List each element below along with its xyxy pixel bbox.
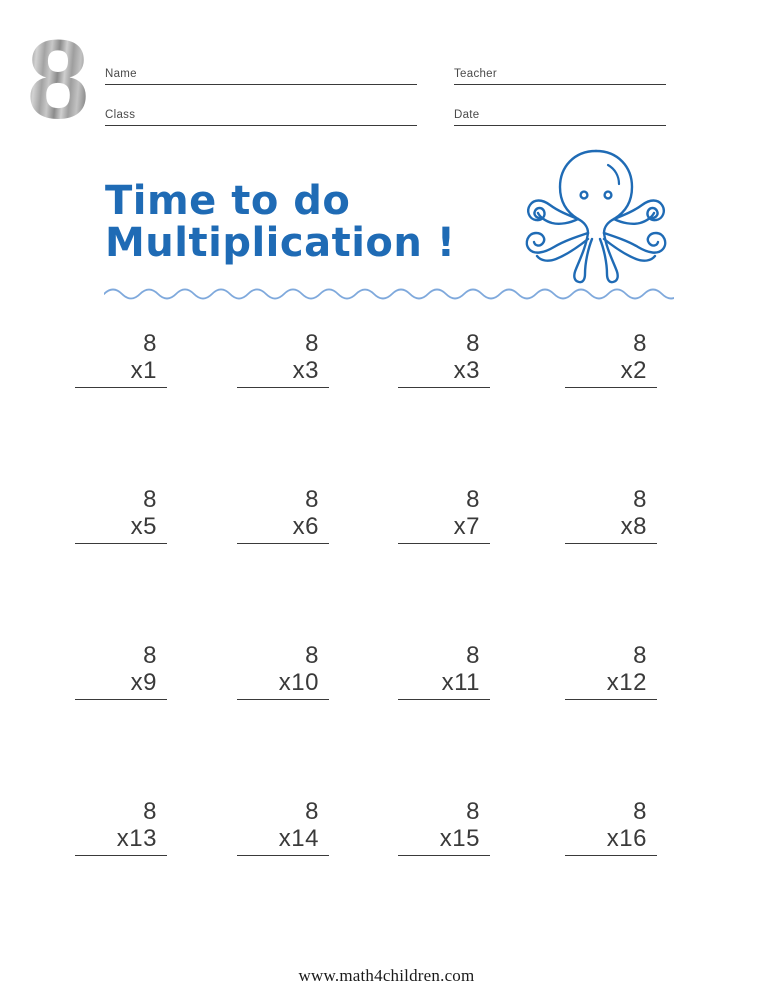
- name-field-group: Name: [105, 68, 417, 85]
- problem-operand: 8: [143, 642, 157, 669]
- problem-multiplier: x8: [620, 513, 647, 540]
- problem-multiplier: x15: [439, 825, 480, 852]
- table-number-logo: 8: [18, 24, 96, 136]
- problem-cell: 8 x3: [217, 330, 337, 388]
- problem-operand: 8: [633, 642, 647, 669]
- teacher-field-label: Teacher: [454, 68, 498, 80]
- class-field-group: Class: [105, 109, 417, 126]
- answer-line[interactable]: [398, 543, 490, 544]
- problem-cell: 8 x15: [378, 798, 498, 856]
- answer-line[interactable]: [237, 699, 329, 700]
- problem-multiplier: x10: [278, 669, 319, 696]
- problem-cell: 8 x7: [378, 486, 498, 544]
- answer-line[interactable]: [398, 387, 490, 388]
- problem-cell: 8 x5: [55, 486, 175, 544]
- answer-line[interactable]: [565, 855, 657, 856]
- problem-multiplier: x2: [620, 357, 647, 384]
- problem-cell: 8 x2: [545, 330, 665, 388]
- answer-line[interactable]: [237, 855, 329, 856]
- answer-line[interactable]: [75, 855, 167, 856]
- title-line-1: Time to do: [105, 178, 351, 224]
- problem-row: 8 x13 8 x14 8 x15 8 x16: [0, 798, 773, 954]
- problem-multiplier: x3: [453, 357, 480, 384]
- problem-operand: 8: [143, 798, 157, 825]
- class-field-label: Class: [105, 109, 136, 121]
- date-field-group: Date: [454, 109, 666, 126]
- problem-operand: 8: [466, 330, 480, 357]
- problem-operand: 8: [305, 642, 319, 669]
- problem-cell: 8 x6: [217, 486, 337, 544]
- problem-operand: 8: [466, 798, 480, 825]
- problem-operand: 8: [466, 642, 480, 669]
- problem-row: 8 x5 8 x6 8 x7 8 x8: [0, 486, 773, 642]
- problem-multiplier: x16: [606, 825, 647, 852]
- problem-operand: 8: [305, 798, 319, 825]
- date-field-input[interactable]: [454, 125, 666, 126]
- problem-operand: 8: [633, 798, 647, 825]
- problem-operand: 8: [143, 330, 157, 357]
- answer-line[interactable]: [237, 543, 329, 544]
- worksheet-page: 8 Name Class Teacher Date Time to do Mul…: [0, 0, 773, 1000]
- problem-operand: 8: [305, 330, 319, 357]
- octopus-icon: [516, 143, 676, 293]
- name-field-label: Name: [105, 68, 137, 80]
- answer-line[interactable]: [75, 699, 167, 700]
- answer-line[interactable]: [565, 543, 657, 544]
- date-field-label: Date: [454, 109, 480, 121]
- problem-cell: 8 x8: [545, 486, 665, 544]
- problem-operand: 8: [633, 330, 647, 357]
- problem-cell: 8 x1: [55, 330, 175, 388]
- problem-multiplier: x6: [292, 513, 319, 540]
- problem-multiplier: x7: [453, 513, 480, 540]
- problem-multiplier: x12: [606, 669, 647, 696]
- problem-multiplier: x11: [441, 669, 480, 696]
- problem-cell: 8 x3: [378, 330, 498, 388]
- problem-cell: 8 x13: [55, 798, 175, 856]
- footer-website-url: www.math4children.com: [298, 966, 475, 985]
- name-field-input[interactable]: [105, 84, 417, 85]
- answer-line[interactable]: [398, 699, 490, 700]
- problem-cell: 8 x16: [545, 798, 665, 856]
- worksheet-title: Time to do Multiplication !: [105, 180, 535, 264]
- problem-operand: 8: [143, 486, 157, 513]
- teacher-field-input[interactable]: [454, 84, 666, 85]
- problem-multiplier: x14: [278, 825, 319, 852]
- problem-multiplier: x13: [116, 825, 157, 852]
- problem-cell: 8 x14: [217, 798, 337, 856]
- teacher-field-group: Teacher: [454, 68, 666, 85]
- problem-cell: 8 x9: [55, 642, 175, 700]
- answer-line[interactable]: [75, 387, 167, 388]
- problem-operand: 8: [466, 486, 480, 513]
- answer-line[interactable]: [565, 699, 657, 700]
- worksheet-header: 8 Name Class Teacher Date: [0, 0, 773, 145]
- answer-line[interactable]: [237, 387, 329, 388]
- problem-cell: 8 x11: [378, 642, 498, 700]
- problem-operand: 8: [305, 486, 319, 513]
- answer-line[interactable]: [75, 543, 167, 544]
- problem-multiplier: x1: [130, 357, 157, 384]
- title-line-2: Multiplication !: [105, 220, 456, 266]
- answer-line[interactable]: [398, 855, 490, 856]
- problem-row: 8 x1 8 x3 8 x3 8 x2: [0, 330, 773, 486]
- problem-grid: 8 x1 8 x3 8 x3 8 x2 8 x5 8 x6 8 x7 8 x8 …: [0, 330, 773, 954]
- problem-operand: 8: [633, 486, 647, 513]
- problem-cell: 8 x12: [545, 642, 665, 700]
- problem-multiplier: x3: [292, 357, 319, 384]
- problem-cell: 8 x10: [217, 642, 337, 700]
- wave-divider-icon: [103, 282, 681, 300]
- class-field-input[interactable]: [105, 125, 417, 126]
- problem-row: 8 x9 8 x10 8 x11 8 x12: [0, 642, 773, 798]
- problem-multiplier: x9: [130, 669, 157, 696]
- problem-multiplier: x5: [130, 513, 157, 540]
- answer-line[interactable]: [565, 387, 657, 388]
